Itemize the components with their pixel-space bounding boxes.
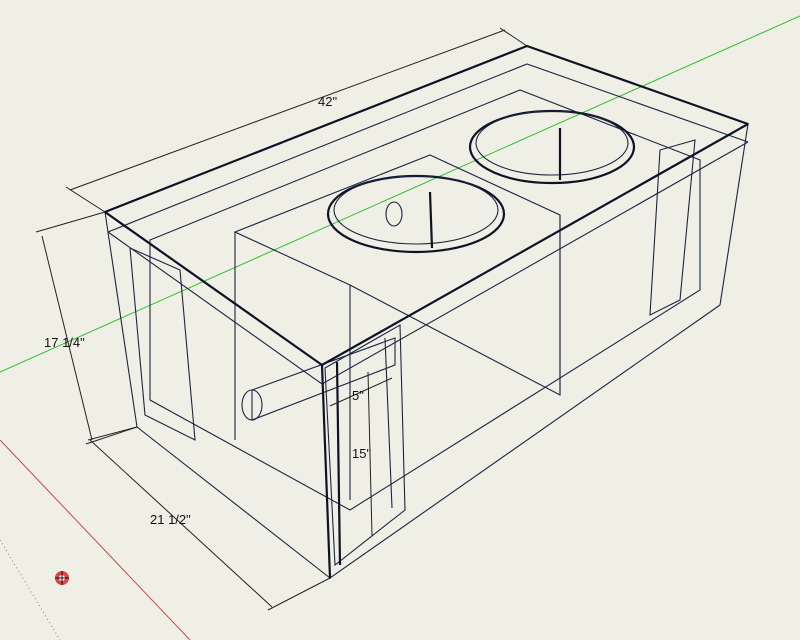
port-inner-edge [384, 337, 393, 509]
woofer-cutout-2-inner [475, 110, 629, 176]
dim-ext-height-a [35, 211, 106, 233]
dim-ext-length-a [65, 186, 106, 213]
port-slot [324, 324, 406, 567]
dim-ext-depth-a [85, 426, 138, 445]
box-front-face[interactable] [104, 210, 331, 580]
enclosure-drawing: 42" 17 1/4" 21 1/2" 5" 15" [0, 15, 800, 640]
center-divider [233, 154, 561, 396]
dim-ext-depth-b [267, 577, 331, 611]
tube-far-end [385, 201, 403, 227]
box-outline-front [104, 123, 749, 367]
blue-axis-dotted [0, 539, 61, 640]
sketchup-viewport[interactable]: 42" 17 1/4" 21 1/2" 5" 15" [0, 0, 800, 640]
dim-label-depth: 21 1/2" [150, 512, 191, 527]
box-outline-top [104, 44, 749, 214]
red-axis [0, 439, 191, 640]
sketchup-origin-axes-icon [55, 571, 69, 585]
port-slot-edge [335, 361, 342, 566]
box-top-face[interactable] [103, 45, 750, 366]
interior-back-wall [149, 89, 701, 511]
dim-label-port-width: 5" [352, 388, 364, 403]
dim-label-port-height: 15" [352, 446, 371, 461]
dim-label-length: 42" [318, 94, 337, 109]
dim-ext-length-b [499, 27, 528, 47]
left-end-panel [129, 247, 196, 441]
dim-line-length [69, 29, 506, 191]
dim-label-height: 17 1/4" [44, 335, 85, 350]
baffle-edge [428, 191, 434, 249]
green-axis [0, 15, 800, 373]
woofer-cutout-1-inner [333, 175, 499, 245]
